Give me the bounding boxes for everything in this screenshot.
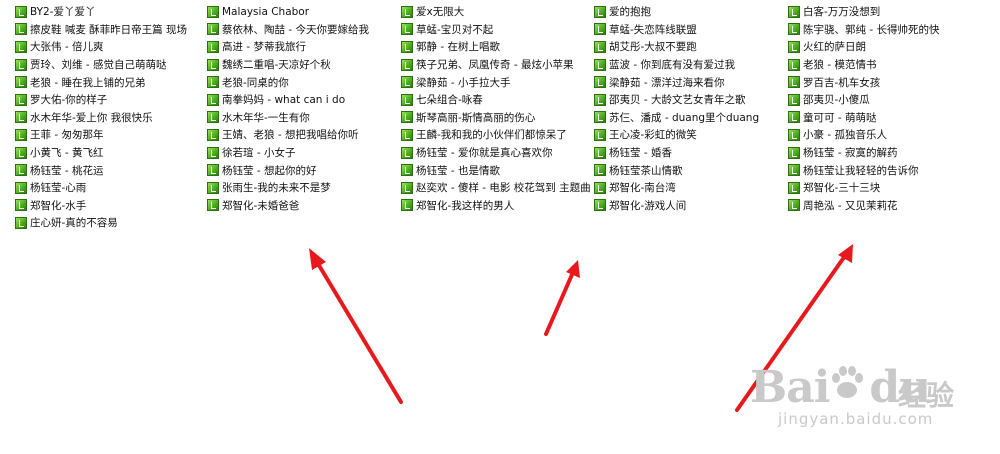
paw-icon: [832, 366, 863, 398]
red-arrow-2: [544, 260, 580, 336]
watermark-cn: 经验: [898, 379, 955, 412]
baidu-jingyan-watermark: Bai du 经验 jingyan.baidu.com: [750, 362, 980, 432]
red-arrow-1: [309, 248, 403, 404]
watermark-url: jingyan.baidu.com: [778, 410, 934, 428]
